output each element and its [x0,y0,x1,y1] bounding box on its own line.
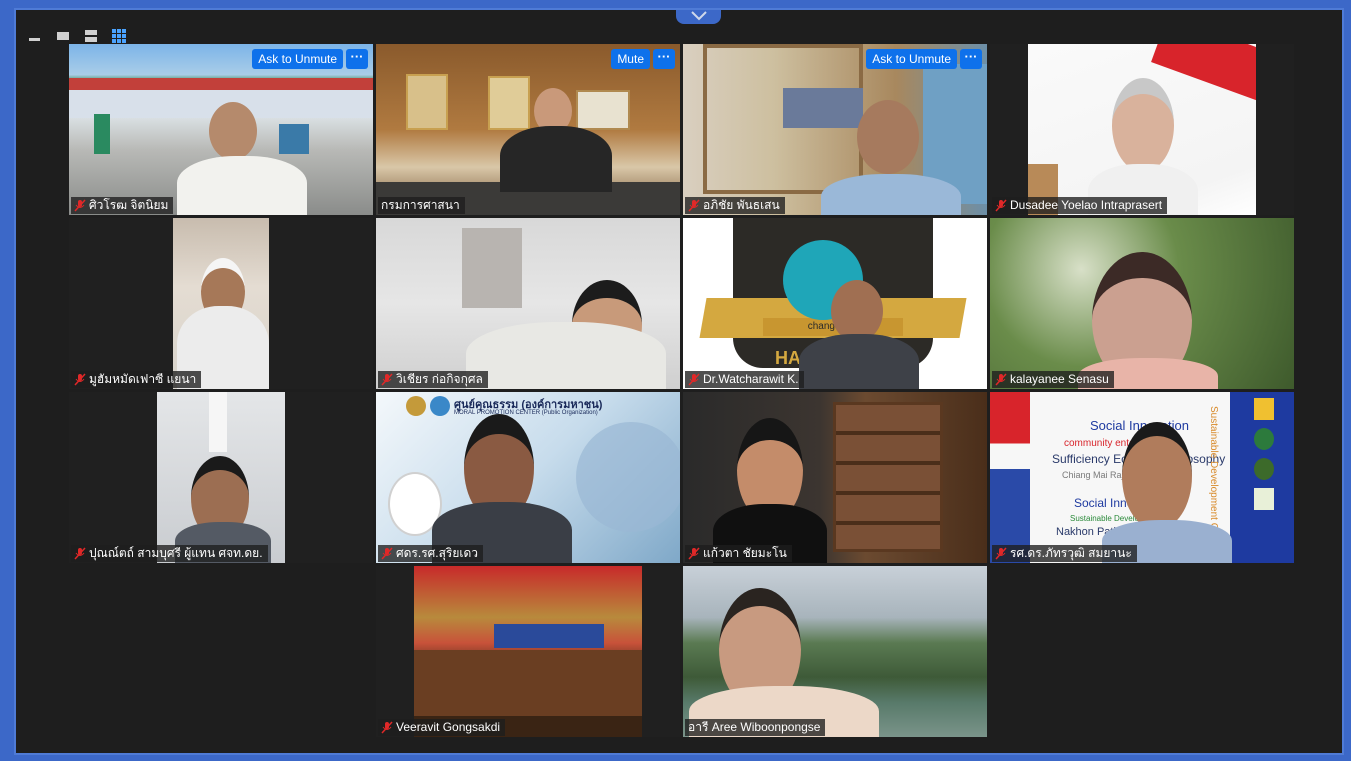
participant-name-tag: แก้วตา ชัยมะโน [685,545,792,562]
mic-muted-icon [74,373,86,386]
video-feed [69,44,373,215]
participant-name: วิเชียร ก่อกิจกุศล [396,372,483,386]
video-feed [376,44,680,215]
participant-name: kalayanee Senasu [1010,372,1109,386]
participant-name-tag: อภิชัย พันธเสน [685,197,785,214]
mic-muted-icon [381,547,393,560]
participant-name: อารี Aree Wiboonpongse [688,720,821,734]
participant-tile[interactable]: วิเชียร ก่อกิจกุศล [376,218,680,389]
participant-name: รศ.ดร.ภัทรวุฒิ สมยานะ [1010,546,1132,560]
minimize-button[interactable] [28,29,42,43]
video-feed [683,44,987,215]
mic-muted-icon [74,547,86,560]
mic-muted-icon [381,721,393,734]
participant-name-tag: มูฮัมหมัดเฟาซี แยนา [71,371,202,388]
participant-name-tag: อารี Aree Wiboonpongse [685,719,826,736]
participant-name-tag: kalayanee Senasu [992,371,1114,388]
participant-name: Dusadee Yoelao Intraprasert [1010,198,1163,212]
participant-tile[interactable]: Social Innovation community enterprise S… [990,392,1294,563]
participant-tile[interactable]: Dusadee Yoelao Intraprasert [990,44,1294,215]
participant-tile[interactable]: change-gro HA Dr.Watcharawit K. [683,218,987,389]
mute-button[interactable]: Mute [611,49,650,69]
gallery-view-button[interactable] [112,29,126,43]
mic-muted-icon [381,373,393,386]
video-feed [376,218,680,389]
background-banner-text: HA [775,348,801,368]
participant-name-tag: ปุณณ์ตถ์ สามบุศรี ผู้แทน ศจท.ดย. [71,545,268,562]
participant-tile[interactable]: Veeravit Gongsakdi [376,566,680,737]
video-feed [69,218,373,389]
participant-tile[interactable]: Ask to Unmute ··· ศิวโรฒ จิตนิยม [69,44,373,215]
chevron-down-icon [690,11,707,21]
participant-name: แก้วตา ชัยมะโน [703,546,787,560]
video-feed [376,566,680,737]
participant-name: Veeravit Gongsakdi [396,720,501,734]
mic-muted-icon [995,199,1007,212]
participant-name-tag: Veeravit Gongsakdi [378,719,506,736]
participant-tile[interactable]: ศูนย์คุณธรรม (องค์การมหาชน) MORAL PROMOT… [376,392,680,563]
participant-tile[interactable]: แก้วตา ชัยมะโน [683,392,987,563]
video-feed: ศูนย์คุณธรรม (องค์การมหาชน) MORAL PROMOT… [376,392,680,563]
participant-tile[interactable]: Ask to Unmute ··· อภิชัย พันธเสน [683,44,987,215]
video-feed [683,392,987,563]
mic-muted-icon [995,547,1007,560]
ask-to-unmute-button[interactable]: Ask to Unmute [866,49,957,69]
participant-name: ศิวโรฒ จิตนิยม [89,198,169,212]
participant-name: Dr.Watcharawit K. [703,372,799,386]
more-options-button[interactable]: ··· [346,49,368,69]
participant-name-tag: วิเชียร ก่อกิจกุศล [378,371,488,388]
participant-tile[interactable]: ปุณณ์ตถ์ สามบุศรี ผู้แทน ศจท.ดย. [69,392,373,563]
more-options-button[interactable]: ··· [653,49,675,69]
video-feed [69,392,373,563]
participant-name-tag: Dr.Watcharawit K. [685,371,804,388]
gallery-view-icon [112,29,126,43]
participant-name: กรมการศาสนา [381,198,460,212]
video-feed: change-gro HA [683,218,987,389]
speaker-view-icon [57,32,69,40]
background-sign-sub: MORAL PROMOTION CENTER (Public Organizat… [454,410,598,416]
strip-view-icon [85,30,97,42]
mic-muted-icon [688,199,700,212]
participant-name-tag: ศดร.รศ.สุริยเดว [378,545,484,562]
mic-muted-icon [74,199,86,212]
participant-name-tag: กรมการศาสนา [378,197,465,214]
participant-tile[interactable]: Mute ··· กรมการศาสนา [376,44,680,215]
minimize-icon [29,38,40,41]
speaker-view-button[interactable] [56,29,70,43]
participant-name: ปุณณ์ตถ์ สามบุศรี ผู้แทน ศจท.ดย. [89,546,263,560]
participant-name: อภิชัย พันธเสน [703,198,780,212]
more-options-button[interactable]: ··· [960,49,982,69]
participant-name-tag: ศิวโรฒ จิตนิยม [71,197,174,214]
strip-view-button[interactable] [84,29,98,43]
participant-name: มูฮัมหมัดเฟาซี แยนา [89,372,197,386]
video-feed: Social Innovation community enterprise S… [990,392,1294,563]
participant-tile[interactable]: มูฮัมหมัดเฟาซี แยนา [69,218,373,389]
participant-tile-active-speaker[interactable]: อารี Aree Wiboonpongse [683,566,987,737]
collapse-toolbar-button[interactable] [676,10,721,24]
participant-tile[interactable]: kalayanee Senasu [990,218,1294,389]
mic-muted-icon [688,373,700,386]
participant-name-tag: รศ.ดร.ภัทรวุฒิ สมยานะ [992,545,1137,562]
mic-muted-icon [995,373,1007,386]
video-feed [990,218,1294,389]
participant-name: ศดร.รศ.สุริยเดว [396,546,479,560]
video-feed [683,566,987,737]
video-feed [990,44,1294,215]
ask-to-unmute-button[interactable]: Ask to Unmute [252,49,343,69]
participant-name-tag: Dusadee Yoelao Intraprasert [992,197,1168,214]
mic-muted-icon [688,547,700,560]
